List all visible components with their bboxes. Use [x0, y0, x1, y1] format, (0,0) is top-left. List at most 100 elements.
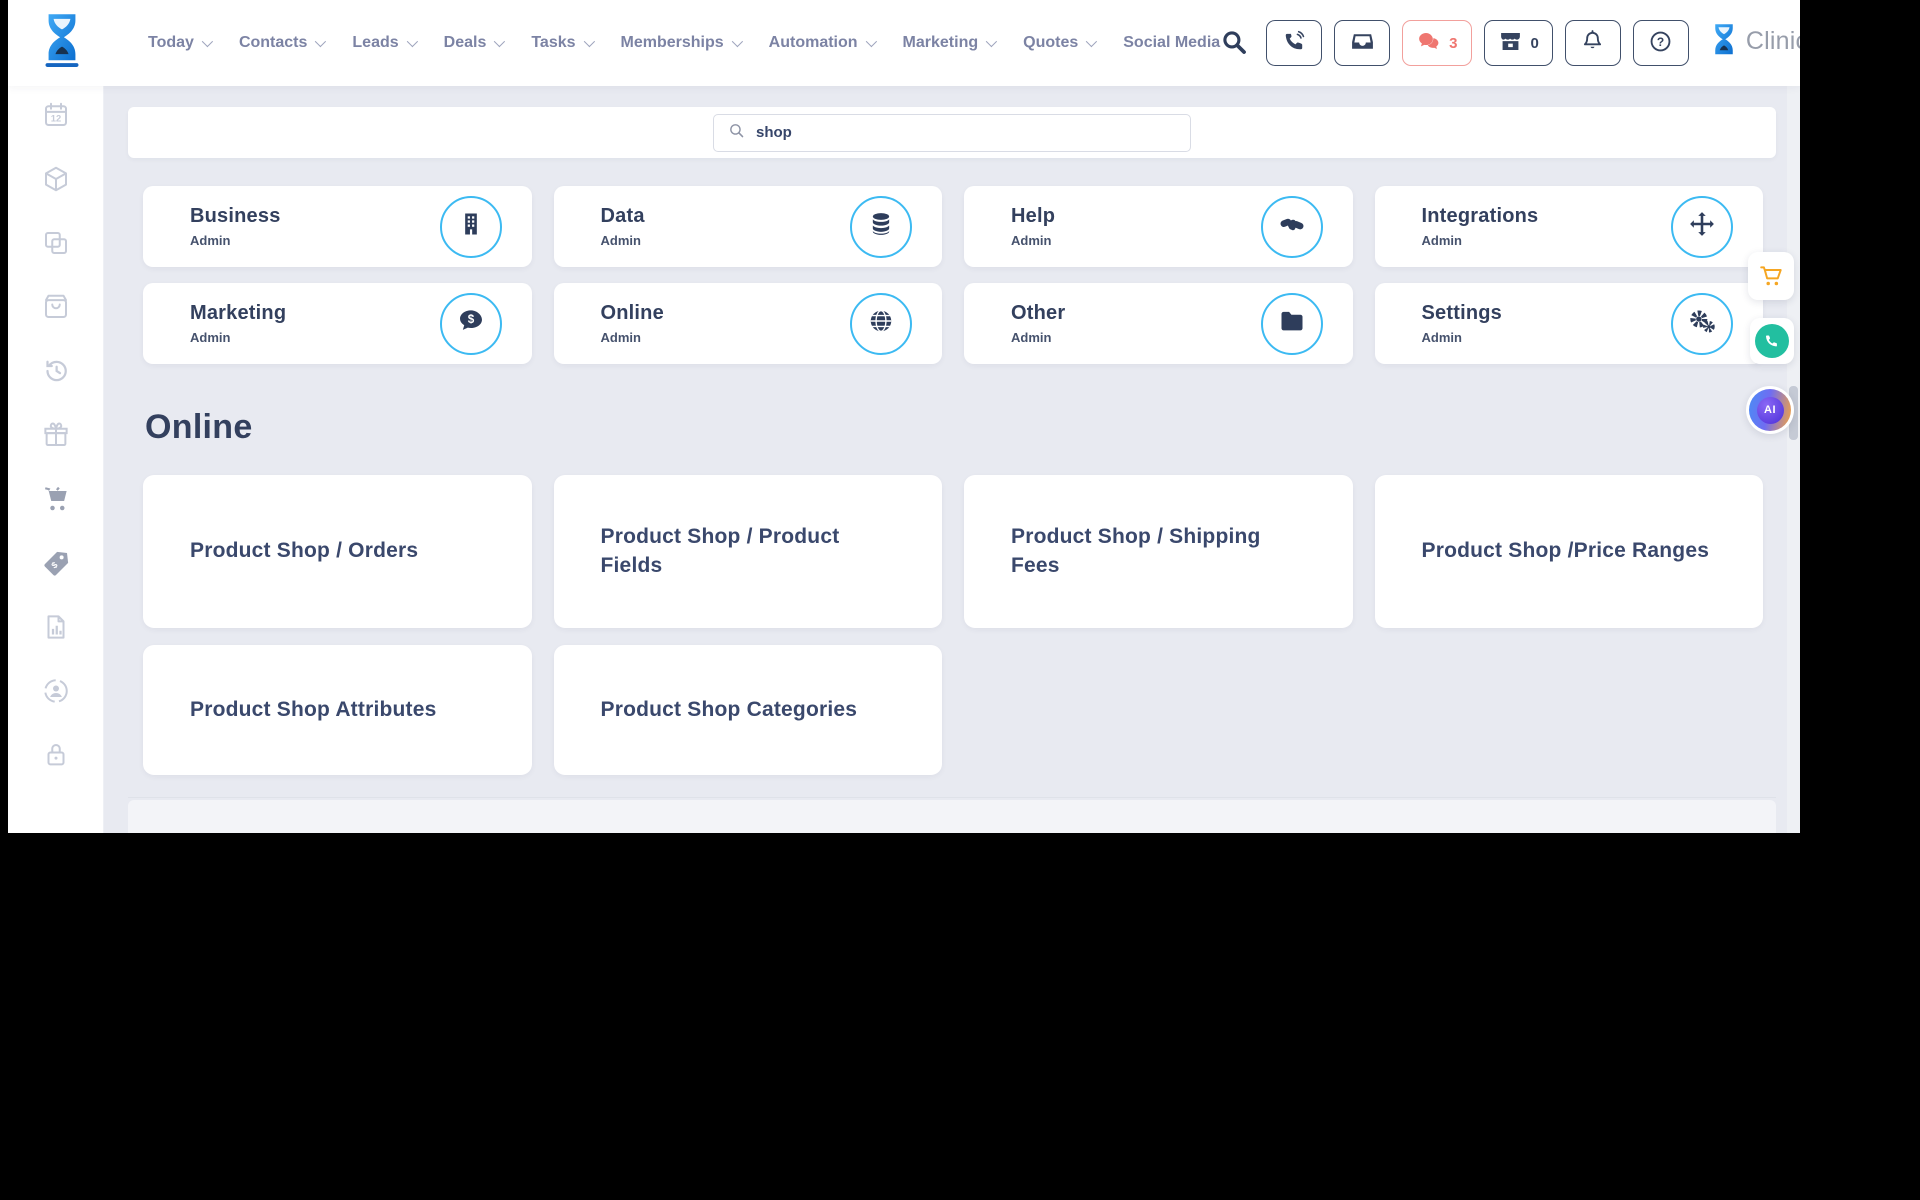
- comment-dollar-icon: $: [457, 307, 485, 340]
- search-icon[interactable]: [1220, 28, 1250, 58]
- category-card-help[interactable]: HelpAdmin: [964, 186, 1353, 267]
- ai-label: AI: [1757, 397, 1784, 424]
- navbar-right-cluster: 30? ClinicSoftware .com TEN STEPS AHEAD: [1220, 19, 1800, 67]
- lock-icon: [41, 740, 71, 775]
- move-arrows-icon: [1688, 210, 1716, 243]
- chevron-down-icon: [986, 36, 997, 47]
- inbox-button[interactable]: [1334, 20, 1390, 66]
- chevron-down-icon: [202, 36, 213, 47]
- footer-bar: [128, 800, 1776, 833]
- gift-icon: [41, 420, 71, 455]
- sidebar-account-button[interactable]: [39, 678, 73, 708]
- result-card-product-shop-attributes[interactable]: Product Shop Attributes: [143, 645, 532, 775]
- sidebar-lock-button[interactable]: [39, 742, 73, 772]
- nav-item-memberships[interactable]: Memberships: [621, 34, 740, 52]
- sidebar-price-tag-button[interactable]: $: [39, 550, 73, 580]
- clinicsoftware-brand-logo[interactable]: ClinicSoftware .com TEN STEPS AHEAD: [1709, 22, 1800, 64]
- chat-button[interactable]: 3: [1402, 20, 1471, 66]
- sidebar-history-button[interactable]: [39, 358, 73, 388]
- category-card-online[interactable]: OnlineAdmin: [554, 283, 943, 364]
- category-icon-circle: [850, 293, 912, 355]
- category-icon-circle: [1261, 196, 1323, 258]
- admin-search-box: [713, 114, 1191, 152]
- sidebar-calendar-button[interactable]: 12: [39, 102, 73, 132]
- chevron-down-icon: [583, 36, 594, 47]
- sidebar-report-button[interactable]: [39, 614, 73, 644]
- sidebar-cart-button[interactable]: [39, 486, 73, 516]
- top-navbar: Today Contacts Leads Deals Tasks Memberships A…: [8, 0, 1800, 86]
- floating-ai-assistant-button[interactable]: AI: [1746, 386, 1794, 434]
- store-button[interactable]: 0: [1484, 20, 1553, 66]
- sidebar-package-button[interactable]: [39, 166, 73, 196]
- left-sidebar: 12 $: [8, 86, 104, 833]
- clinicsoftware-app-window: Today Contacts Leads Deals Tasks Memberships A…: [8, 0, 1800, 833]
- category-card-marketing[interactable]: MarketingAdmin$: [143, 283, 532, 364]
- price-tag-icon: $: [41, 548, 71, 583]
- nav-item-tasks[interactable]: Tasks: [531, 34, 591, 52]
- history-icon: [41, 356, 71, 391]
- floating-whatsapp-button[interactable]: [1750, 318, 1794, 364]
- category-title: Help: [1011, 205, 1055, 228]
- category-icon-circle: [440, 196, 502, 258]
- globe-icon: [867, 307, 895, 340]
- result-card-product-shop-shipping-fees[interactable]: Product Shop / Shipping Fees: [964, 475, 1353, 628]
- category-card-settings[interactable]: SettingsAdmin: [1375, 283, 1764, 364]
- search-strip: [128, 107, 1776, 158]
- nav-item-leads[interactable]: Leads: [352, 34, 414, 52]
- nav-item-marketing[interactable]: Marketing: [903, 34, 995, 52]
- result-title: Product Shop /Price Ranges: [1422, 537, 1710, 566]
- result-title: Product Shop / Product Fields: [601, 523, 899, 581]
- category-title: Marketing: [190, 302, 286, 325]
- category-icon-circle: [1261, 293, 1323, 355]
- chevron-down-icon: [406, 36, 417, 47]
- category-icon-circle: [850, 196, 912, 258]
- category-card-data[interactable]: DataAdmin: [554, 186, 943, 267]
- svg-text:12: 12: [50, 113, 60, 123]
- result-card-product-shop-price-ranges[interactable]: Product Shop /Price Ranges: [1375, 475, 1764, 628]
- help-button[interactable]: ?: [1633, 20, 1689, 66]
- category-card-integrations[interactable]: IntegrationsAdmin: [1375, 186, 1764, 267]
- ai-icon: AI: [1749, 389, 1791, 431]
- calendar-icon: 12: [41, 100, 71, 135]
- phone-icon: [1282, 29, 1307, 57]
- svg-text:$: $: [467, 313, 474, 326]
- chevron-down-icon: [865, 36, 876, 47]
- nav-item-deals[interactable]: Deals: [444, 34, 503, 52]
- category-icon-circle: [1671, 293, 1733, 355]
- help-icon: ?: [1648, 29, 1673, 57]
- inbox-icon: [1350, 29, 1375, 57]
- result-title: Product Shop Categories: [601, 696, 858, 725]
- nav-item-automation[interactable]: Automation: [769, 34, 874, 52]
- sidebar-copy-button[interactable]: [39, 230, 73, 260]
- main-content: BusinessAdmin DataAdmin HelpAdmin Integrati…: [104, 86, 1800, 833]
- category-card-business[interactable]: BusinessAdmin: [143, 186, 532, 267]
- chevron-down-icon: [494, 36, 505, 47]
- phone-button[interactable]: [1266, 20, 1322, 66]
- search-input[interactable]: [754, 123, 1176, 142]
- gears-icon: [1688, 307, 1716, 340]
- category-grid: BusinessAdmin DataAdmin HelpAdmin Integrati…: [143, 186, 1763, 364]
- nav-item-quotes[interactable]: Quotes: [1023, 34, 1094, 52]
- package-icon: [41, 164, 71, 199]
- nav-item-today[interactable]: Today: [148, 34, 210, 52]
- bell-button[interactable]: [1565, 20, 1621, 66]
- app-logo[interactable]: [36, 10, 88, 76]
- nav-item-contacts[interactable]: Contacts: [239, 34, 323, 52]
- sidebar-gift-button[interactable]: [39, 422, 73, 452]
- category-title: Integrations: [1422, 205, 1539, 228]
- result-card-product-shop-orders[interactable]: Product Shop / Orders: [143, 475, 532, 628]
- sidebar-shopping-bag-calendar-button[interactable]: [39, 294, 73, 324]
- category-icon-circle: [1671, 196, 1733, 258]
- nav-item-social-media[interactable]: Social Media: [1123, 34, 1220, 52]
- account-icon: [41, 676, 71, 711]
- search-icon: [728, 122, 745, 144]
- report-icon: [41, 612, 71, 647]
- cart-icon: [41, 484, 71, 519]
- category-card-other[interactable]: OtherAdmin: [964, 283, 1353, 364]
- floating-cart-button[interactable]: [1748, 252, 1794, 300]
- result-card-product-shop-product-fields[interactable]: Product Shop / Product Fields: [554, 475, 943, 628]
- building-icon: [457, 210, 485, 243]
- scrollbar-track[interactable]: [1787, 86, 1800, 833]
- category-title: Settings: [1422, 302, 1503, 325]
- result-card-product-shop-categories[interactable]: Product Shop Categories: [554, 645, 943, 775]
